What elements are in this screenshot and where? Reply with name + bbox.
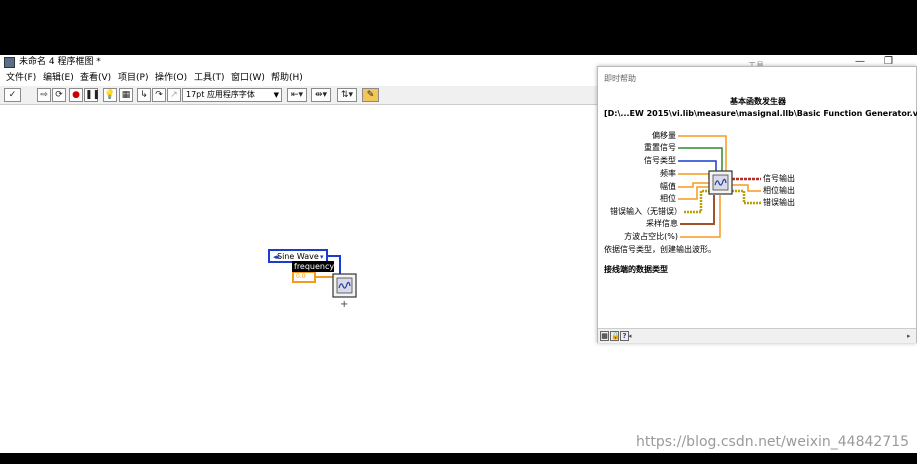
block-diagram[interactable]: ◂▸ ▾ + Sine Wave frequency 0.0 bbox=[0, 105, 595, 453]
input-error-in: 错误输入（无错误） bbox=[610, 207, 682, 216]
menu-file[interactable]: 文件(F) bbox=[6, 73, 36, 84]
run-continuously-icon[interactable]: ⟳ bbox=[52, 88, 66, 102]
font-selector-value: 17pt 应用程序字体 bbox=[186, 90, 255, 99]
show-optional-terminals-icon[interactable]: ▦ bbox=[600, 331, 609, 341]
watermark: https://blog.csdn.net/weixin_44842715 bbox=[636, 434, 910, 450]
output-error-out: 错误输出 bbox=[763, 198, 795, 207]
toolbar: ✓ ⇨ ⟳ ● ❚❚ 💡 ▦ ↳ ↷ ↗ 17pt 应用程序字体 ▼ ⇤▾ ⇹▾… bbox=[0, 86, 600, 105]
scroll-right-icon[interactable]: ▸ bbox=[907, 332, 911, 340]
menu-bar: 文件(F) 编辑(E) 查看(V) 项目(P) 操作(O) 工具(T) 窗口(W… bbox=[0, 71, 600, 85]
context-help-window: 即时帮助 基本函数发生器 [D:\...EW 2015\vi.lib\measu… bbox=[597, 66, 917, 343]
input-frequency: 频率 bbox=[660, 169, 676, 178]
wiring-cursor-icon: + bbox=[340, 299, 348, 310]
input-phase: 相位 bbox=[660, 194, 676, 203]
font-selector[interactable]: 17pt 应用程序字体 ▼ bbox=[182, 88, 282, 102]
window-title: 未命名 4 程序框图 * bbox=[19, 57, 101, 67]
lock-help-icon[interactable]: 🔒 bbox=[610, 331, 620, 341]
retain-wire-values-icon[interactable]: ▦ bbox=[119, 88, 133, 102]
step-over-icon[interactable]: ↷ bbox=[152, 88, 166, 102]
constant-value[interactable]: 0.0 bbox=[296, 273, 306, 281]
help-section-heading: 接线端的数据类型 bbox=[604, 265, 668, 274]
cleanup-diagram-icon[interactable]: ✎ bbox=[362, 88, 379, 102]
enum-dropdown-icon: ▾ bbox=[320, 253, 324, 261]
input-sampling-info: 采样信息 bbox=[646, 219, 678, 228]
input-amplitude: 幅值 bbox=[660, 182, 676, 191]
pause-icon[interactable]: ❚❚ bbox=[84, 88, 100, 102]
input-signal-type: 信号类型 bbox=[644, 156, 676, 165]
input-reset-signal: 重置信号 bbox=[644, 143, 676, 152]
distribute-objects-icon[interactable]: ⇹▾ bbox=[311, 88, 331, 102]
output-phase-out: 相位输出 bbox=[763, 186, 795, 195]
highlight-execution-icon[interactable]: 💡 bbox=[103, 88, 117, 102]
menu-tools[interactable]: 工具(T) bbox=[194, 73, 225, 84]
output-signal-out: 信号输出 bbox=[763, 174, 795, 183]
menu-help[interactable]: 帮助(H) bbox=[271, 73, 303, 84]
menu-operate[interactable]: 操作(O) bbox=[155, 73, 187, 84]
help-footer: ▦ 🔒 ? ◂ ▸ bbox=[598, 328, 916, 343]
menu-view[interactable]: 查看(V) bbox=[80, 73, 111, 84]
input-duty-cycle: 方波占空比(%) bbox=[624, 232, 678, 241]
chevron-down-icon: ▼ bbox=[273, 91, 279, 99]
scroll-left-icon[interactable]: ◂ bbox=[628, 332, 632, 340]
menu-edit[interactable]: 编辑(E) bbox=[43, 73, 74, 84]
run-icon[interactable]: ⇨ bbox=[37, 88, 51, 102]
step-out-icon[interactable]: ↗ bbox=[167, 88, 181, 102]
menu-window[interactable]: 窗口(W) bbox=[231, 73, 265, 84]
checkmark-icon[interactable]: ✓ bbox=[4, 88, 21, 102]
tooltip-text: frequency bbox=[294, 262, 335, 271]
menu-project[interactable]: 项目(P) bbox=[118, 73, 148, 84]
labview-window: 未命名 4 程序框图 * — ❐ 文件(F) 编辑(E) 查看(V) 项目(P)… bbox=[0, 55, 917, 453]
abort-icon[interactable]: ● bbox=[69, 88, 83, 102]
block-diagram-icon bbox=[4, 57, 15, 68]
align-objects-icon[interactable]: ⇤▾ bbox=[287, 88, 307, 102]
step-into-icon[interactable]: ↳ bbox=[137, 88, 151, 102]
help-description: 依据信号类型，创建输出波形。 bbox=[604, 245, 716, 254]
reorder-icon[interactable]: ⇅▾ bbox=[337, 88, 357, 102]
enum-value[interactable]: Sine Wave bbox=[277, 252, 319, 261]
input-offset: 偏移量 bbox=[652, 131, 676, 140]
